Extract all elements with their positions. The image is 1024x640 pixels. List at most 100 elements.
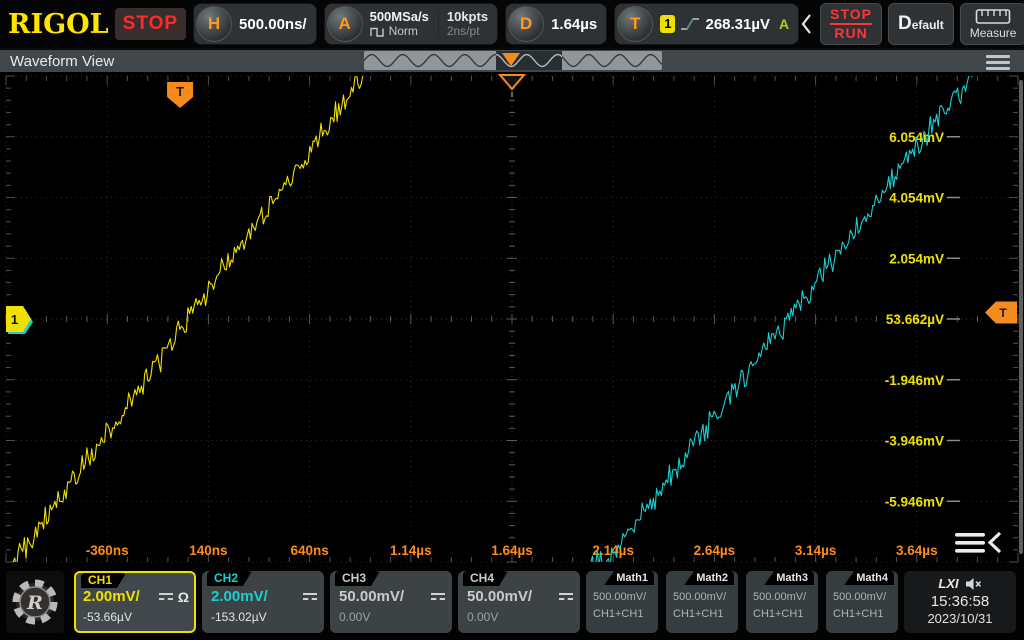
channel-scale: 50.00mV/	[467, 588, 532, 605]
rigol-gear-button[interactable]: R	[6, 571, 64, 633]
math-scale: 500.00mV/	[753, 589, 818, 606]
lxi-label: LXI	[938, 576, 958, 591]
math-box-math3[interactable]: Math3 500.00mV/CH1+CH1	[746, 571, 818, 633]
y-axis-label: 4.054mV	[889, 191, 944, 206]
delay-knob[interactable]: D	[508, 6, 544, 42]
rigol-logo: RIGOL	[8, 9, 109, 40]
math-tab: Math2	[684, 571, 734, 585]
measure-button[interactable]: Measure	[960, 3, 1024, 45]
math-scale: 500.00mV/	[833, 589, 898, 606]
acquire-mode: Norm	[389, 25, 418, 39]
stop-label: STOP	[830, 6, 872, 26]
channel-scale: 2.00mV/	[211, 588, 268, 605]
channel-tab-ch2: CH2	[207, 571, 252, 586]
channel-offset: -153.02µV	[211, 610, 317, 624]
math-expression: CH1+CH1	[673, 606, 738, 623]
math-scale: 500.00mV/	[593, 589, 658, 606]
default-label: Default	[898, 13, 944, 35]
trigger-source-badge: 1	[660, 15, 675, 33]
ruler-icon	[975, 8, 1011, 25]
default-button[interactable]: Default	[888, 3, 954, 45]
channel-offset: -53.66µV	[83, 610, 189, 624]
channel-box-ch2[interactable]: CH2 2.00mV/ -153.02µV	[202, 571, 324, 633]
delay-pill[interactable]: D 1.64µs	[505, 3, 607, 45]
pulse-icon	[370, 26, 386, 37]
y-axis-label: -1.946mV	[885, 373, 944, 388]
stop-run-button[interactable]: STOP RUN	[820, 3, 882, 45]
channel-offset: 0.00V	[467, 610, 573, 624]
y-axis-label: -5.946mV	[885, 494, 944, 509]
dc-coupling-icon	[431, 593, 445, 600]
sample-rate: 500MSa/s	[370, 10, 429, 25]
channel-status-bar: R CH12.00mV/Ω-53.66µVCH22.00mV/-153.02µV…	[0, 566, 1024, 640]
run-state-badge: STOP	[115, 8, 186, 40]
trigger-status: A	[779, 16, 789, 32]
dc-coupling-icon	[559, 593, 573, 600]
math-box-math1[interactable]: Math1 500.00mV/CH1+CH1	[586, 571, 658, 633]
rising-edge-icon	[680, 16, 700, 32]
math-tab: Math4	[844, 571, 894, 585]
math-tab: Math1	[604, 571, 654, 585]
trigger-level: 268.31µV	[705, 16, 770, 33]
x-axis-label: 3.14µs	[795, 543, 837, 558]
sample-interval: 2ns/pt	[447, 25, 488, 39]
system-time: 15:36:58	[904, 593, 1016, 610]
math-scale: 500.00mV/	[673, 589, 738, 606]
impedance-icon: Ω	[178, 589, 189, 605]
delay-value: 1.64µs	[551, 16, 597, 33]
svg-text:R: R	[26, 592, 43, 614]
x-axis-label: -360ns	[86, 543, 129, 558]
speaker-muted-icon	[965, 577, 982, 591]
horizontal-knob[interactable]: H	[196, 6, 232, 42]
channel-box-ch1[interactable]: CH12.00mV/Ω -53.66µV	[74, 571, 196, 633]
menu-icon[interactable]	[986, 55, 1010, 70]
gear-logo-icon: R	[10, 577, 60, 627]
waveform-display[interactable]: -360ns 140ns 640ns 1.14µs 1.64µs 2.14µs 2.64µs…	[0, 72, 1024, 566]
y-axis-label: 53.662µV	[886, 312, 944, 327]
channel-box-ch3[interactable]: CH3 50.00mV/0.00V	[330, 571, 452, 633]
run-label: RUN	[834, 25, 867, 43]
measure-label: Measure	[970, 26, 1017, 40]
x-axis-label: 140ns	[189, 543, 227, 558]
channel-offset: 0.00V	[339, 610, 445, 624]
x-axis-label: 2.14µs	[592, 543, 634, 558]
x-axis-label: 2.64µs	[694, 543, 736, 558]
channel-tab-ch4: CH4	[463, 571, 508, 586]
x-axis-label: 1.64µs	[491, 543, 533, 558]
acquisition-knob[interactable]: A	[327, 6, 363, 42]
channel-tab-ch3: CH3	[335, 571, 380, 586]
y-axis-label: 6.054mV	[889, 130, 944, 145]
horizontal-timebase-pill[interactable]: H 500.00ns/	[193, 3, 317, 45]
svg-text:1: 1	[11, 312, 18, 327]
math-expression: CH1+CH1	[833, 606, 898, 623]
svg-text:T: T	[999, 306, 1007, 320]
memory-depth: 10kpts	[447, 10, 488, 25]
channel-box-ch4[interactable]: CH4 50.00mV/0.00V	[458, 571, 580, 633]
channel-tab-ch1: CH1	[81, 573, 126, 588]
toolbar-scroll-left[interactable]	[801, 13, 812, 35]
waveform-overview-strip[interactable]	[364, 51, 662, 70]
x-axis-label: 3.64µs	[896, 543, 938, 558]
page-title: Waveform View	[10, 53, 114, 70]
channel-scale: 2.00mV/	[83, 588, 140, 605]
math-expression: CH1+CH1	[753, 606, 818, 623]
x-axis-label: 640ns	[290, 543, 328, 558]
dc-coupling-icon	[159, 593, 173, 600]
system-info-box[interactable]: LXI 15:36:58 2023/10/31	[904, 571, 1016, 633]
trigger-knob[interactable]: T	[617, 6, 653, 42]
y-axis-label: 2.054mV	[889, 251, 944, 266]
math-tab: Math3	[764, 571, 814, 585]
right-scrollbar[interactable]	[1019, 80, 1023, 554]
svg-text:T: T	[176, 84, 184, 99]
dc-coupling-icon	[303, 593, 317, 600]
math-box-math4[interactable]: Math4 500.00mV/CH1+CH1	[826, 571, 898, 633]
system-date: 2023/10/31	[904, 611, 1016, 626]
math-box-math2[interactable]: Math2 500.00mV/CH1+CH1	[666, 571, 738, 633]
channel-scale: 50.00mV/	[339, 588, 404, 605]
math-expression: CH1+CH1	[593, 606, 658, 623]
acquisition-pill[interactable]: A 500MSa/s Norm 10kpts 2ns/pt	[324, 3, 498, 45]
trigger-pill[interactable]: T 1 268.31µV A	[614, 3, 799, 45]
timebase-value: 500.00ns/	[239, 16, 307, 33]
top-toolbar: RIGOL STOP H 500.00ns/ A 500MSa/s Norm 1…	[0, 0, 1024, 48]
x-axis-label: 1.14µs	[390, 543, 432, 558]
